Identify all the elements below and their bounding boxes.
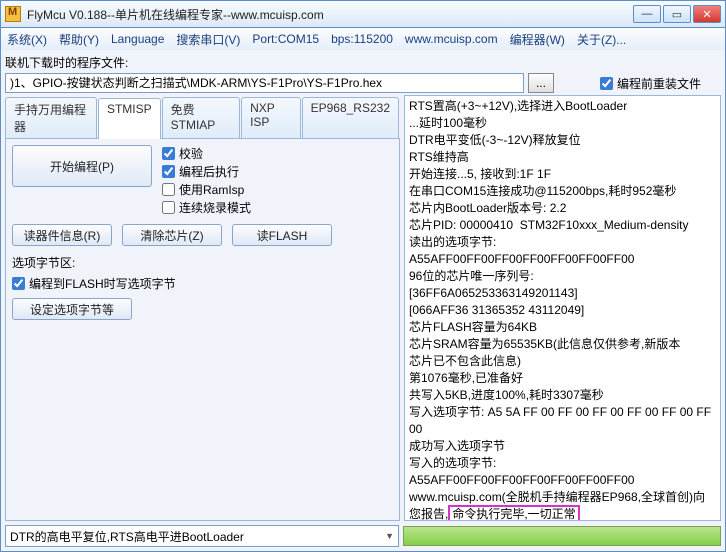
left-pane: 手持万用编程器 STMISP 免费STMIAP NXP ISP EP968_RS… bbox=[5, 95, 400, 521]
app-icon bbox=[5, 6, 21, 22]
reinstall-check-input[interactable] bbox=[600, 77, 613, 90]
clear-chip-button[interactable]: 清除芯片(Z) bbox=[122, 224, 222, 246]
tab-stmiap[interactable]: 免费STMIAP bbox=[162, 97, 240, 138]
set-option-button[interactable]: 设定选项字节等 bbox=[12, 298, 132, 320]
menu-about[interactable]: 关于(Z)... bbox=[577, 31, 626, 48]
ck-write-option[interactable]: 编程到FLASH时写选项字节 bbox=[12, 275, 393, 292]
read-info-button[interactable]: 读器件信息(R) bbox=[12, 224, 112, 246]
file-field: )1、GPIO-按键状态判断之扫描式\MDK-ARM\YS-F1Pro\YS-F… bbox=[5, 73, 554, 93]
menu-port[interactable]: Port:COM15 bbox=[252, 32, 319, 46]
main-row: 手持万用编程器 STMISP 免费STMIAP NXP ISP EP968_RS… bbox=[5, 95, 721, 521]
tab-stmisp[interactable]: STMISP bbox=[98, 98, 161, 139]
reset-mode-dropdown[interactable]: DTR的高电平复位,RTS高电平进BootLoader ▼ bbox=[5, 525, 399, 547]
log-highlight: 命令执行完毕,一切正常 bbox=[448, 505, 579, 521]
reset-mode-value: DTR的高电平复位,RTS高电平进BootLoader bbox=[10, 528, 244, 545]
minimize-button[interactable]: — bbox=[633, 5, 661, 23]
reinstall-label: 编程前重装文件 bbox=[617, 75, 701, 92]
progress-bar bbox=[403, 526, 721, 546]
ck-ramisp[interactable]: 使用RamIsp bbox=[162, 181, 251, 198]
menu-site[interactable]: www.mcuisp.com bbox=[405, 32, 498, 46]
chevron-down-icon: ▼ bbox=[385, 531, 394, 541]
tab-nxpisp[interactable]: NXP ISP bbox=[241, 97, 301, 138]
option-checks: 校验 编程后执行 使用RamIsp 连续烧录模式 bbox=[162, 145, 251, 216]
ck-contburn[interactable]: 连续烧录模式 bbox=[162, 199, 251, 216]
file-path-input[interactable]: )1、GPIO-按键状态判断之扫描式\MDK-ARM\YS-F1Pro\YS-F… bbox=[5, 73, 524, 93]
tab-body: 开始编程(P) 校验 编程后执行 使用RamIsp 连续烧录模式 读器件信息(R… bbox=[5, 139, 400, 521]
browse-button[interactable]: ... bbox=[528, 73, 554, 93]
tab-handheld[interactable]: 手持万用编程器 bbox=[5, 97, 97, 138]
log-pane[interactable]: RTS置高(+3~+12V),选择进入BootLoader ...延时100毫秒… bbox=[404, 95, 721, 521]
menu-programmer[interactable]: 编程器(W) bbox=[510, 31, 565, 48]
tabstrip: 手持万用编程器 STMISP 免费STMIAP NXP ISP EP968_RS… bbox=[5, 97, 400, 139]
tab-ep968[interactable]: EP968_RS232 bbox=[302, 97, 399, 138]
reinstall-checkbox[interactable]: 编程前重装文件 bbox=[600, 75, 701, 92]
menu-system[interactable]: 系统(X) bbox=[7, 31, 47, 48]
file-row-2: )1、GPIO-按键状态判断之扫描式\MDK-ARM\YS-F1Pro\YS-F… bbox=[5, 73, 721, 93]
menu-search-port[interactable]: 搜索串口(V) bbox=[176, 31, 240, 48]
file-row: 联机下载时的程序文件: bbox=[5, 54, 721, 71]
menu-bps[interactable]: bps:115200 bbox=[331, 32, 393, 46]
titlebar: FlyMcu V0.188--单片机在线编程专家--www.mcuisp.com… bbox=[0, 0, 726, 28]
menubar: 系统(X) 帮助(Y) Language 搜索串口(V) Port:COM15 … bbox=[0, 28, 726, 50]
ck-runafter[interactable]: 编程后执行 bbox=[162, 163, 251, 180]
maximize-button[interactable]: ▭ bbox=[663, 5, 691, 23]
read-flash-button[interactable]: 读FLASH bbox=[232, 224, 332, 246]
window-controls: — ▭ ✕ bbox=[633, 5, 721, 23]
window-title: FlyMcu V0.188--单片机在线编程专家--www.mcuisp.com bbox=[27, 6, 633, 23]
ck-verify[interactable]: 校验 bbox=[162, 145, 251, 162]
footer-row: DTR的高电平复位,RTS高电平进BootLoader ▼ bbox=[5, 525, 721, 547]
menu-help[interactable]: 帮助(Y) bbox=[59, 31, 99, 48]
start-program-button[interactable]: 开始编程(P) bbox=[12, 145, 152, 187]
option-bytes-label: 选项字节区: bbox=[12, 254, 393, 271]
file-label: 联机下载时的程序文件: bbox=[5, 54, 128, 71]
menu-language[interactable]: Language bbox=[111, 32, 164, 46]
close-button[interactable]: ✕ bbox=[693, 5, 721, 23]
content: 联机下载时的程序文件: )1、GPIO-按键状态判断之扫描式\MDK-ARM\Y… bbox=[0, 50, 726, 552]
